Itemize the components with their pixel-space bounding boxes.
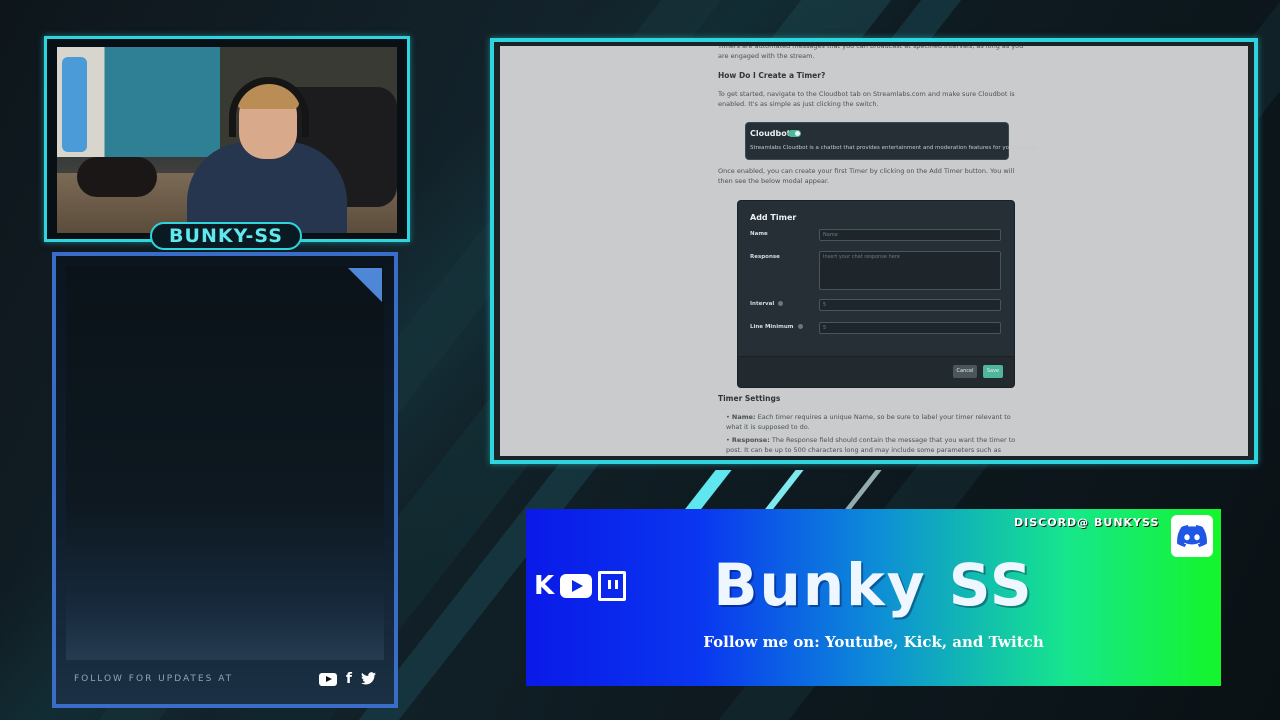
follow-text: FOLLOW FOR UPDATES AT <box>74 674 234 684</box>
youtube-icon <box>318 672 337 686</box>
cloudbot-description: Streamlabs Cloudbot is a chatbot that pr… <box>750 145 1038 151</box>
webcam-dog <box>77 157 157 197</box>
webcam-feed <box>57 47 397 233</box>
banner-subtitle: Follow me on: Youtube, Kick, and Twitch <box>703 633 1044 651</box>
info-panel-content <box>66 266 384 660</box>
heading-timer-settings: Timer Settings <box>718 394 781 403</box>
bullet-label: Response: <box>731 436 770 444</box>
banner-title: Bunky SS <box>713 551 1034 619</box>
para-once-enabled: Once enabled, you can create your first … <box>718 167 1015 185</box>
browser-page: Timers are automated messages that you c… <box>500 46 1248 456</box>
twitter-icon <box>361 670 376 689</box>
line-minimum-label: Line Minimum <box>750 324 803 330</box>
facebook-icon: f <box>345 671 352 687</box>
social-icons: f <box>318 670 376 689</box>
webcam-frame <box>44 36 410 242</box>
follow-banner: K Bunky SS Follow me on: Youtube, Kick, … <box>526 509 1221 686</box>
panel-corner-accent <box>348 268 382 302</box>
interval-label-text: Interval <box>750 301 775 307</box>
name-label: Name <box>750 231 768 237</box>
cancel-button[interactable]: Cancel <box>953 365 977 378</box>
bullet-text: Each timer requires a unique Name, so be… <box>726 413 1011 431</box>
cloudbot-card: Cloudbot Streamlabs Cloudbot is a chatbo… <box>745 122 1038 160</box>
interval-label: Interval <box>750 301 784 307</box>
response-label: Response <box>750 254 780 260</box>
settings-list: • Name: Each timer requires a unique Nam… <box>726 412 1026 456</box>
streamer-name-tag: BUNKY-SS <box>150 222 302 250</box>
discord-handle: DISCORD@ BUNKYSS <box>1014 516 1160 529</box>
response-input[interactable]: Insert your chat response here <box>819 251 1001 290</box>
interval-input[interactable]: 5 <box>819 299 1001 311</box>
bullet-text: The Response field should contain the me… <box>726 436 1016 454</box>
panel-footer: FOLLOW FOR UPDATES AT f <box>66 662 384 696</box>
list-item: • Name: Each timer requires a unique Nam… <box>726 413 1011 431</box>
cloudbot-toggle[interactable] <box>788 130 801 137</box>
bullet-label: Name: <box>731 413 756 421</box>
add-timer-modal: Add Timer Name Name Response Insert your… <box>737 200 1015 388</box>
para-get-started: To get started, navigate to the Cloudbot… <box>718 90 1015 108</box>
webcam-door <box>62 57 87 152</box>
name-input[interactable]: Name <box>819 229 1001 241</box>
modal-title: Add Timer <box>750 213 797 222</box>
heading-create-timer: How Do I Create a Timer? <box>718 71 826 80</box>
cloudbot-title: Cloudbot <box>750 129 791 138</box>
line-minimum-label-text: Line Minimum <box>750 324 794 330</box>
help-icon[interactable] <box>797 324 803 329</box>
discord-icon <box>1171 515 1213 557</box>
help-icon[interactable] <box>778 301 784 306</box>
info-panel: FOLLOW FOR UPDATES AT f <box>52 252 398 708</box>
intro-text: Timers are automated messages that you c… <box>718 46 1024 60</box>
screen-capture-frame: Timers are automated messages that you c… <box>490 38 1258 464</box>
line-minimum-input[interactable]: 5 <box>819 322 1001 334</box>
list-item: • Response: The Response field should co… <box>726 435 1026 456</box>
save-button[interactable]: Save <box>983 365 1003 378</box>
modal-footer: Cancel Save <box>738 356 1014 387</box>
